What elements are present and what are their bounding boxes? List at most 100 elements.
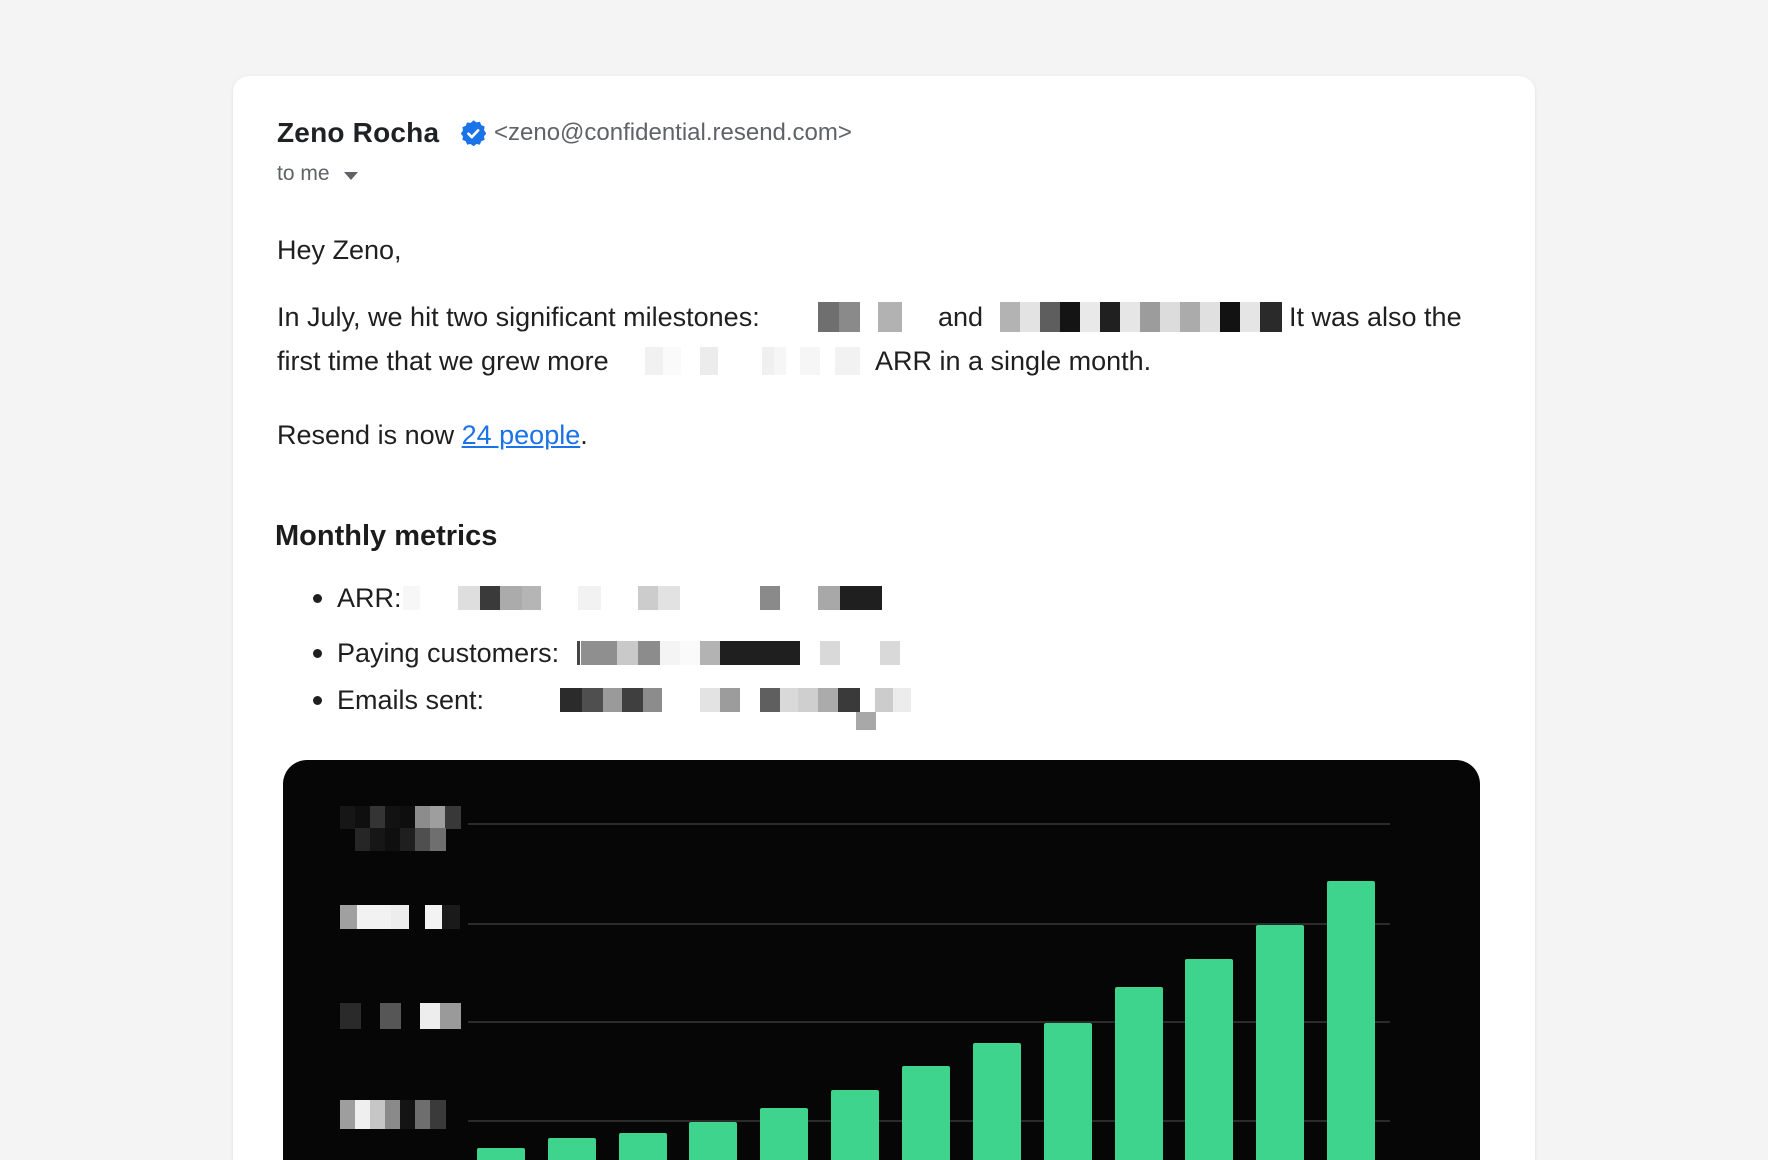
emails-sent-mosaic — [720, 688, 740, 712]
para1-mosaic-b — [1020, 302, 1040, 332]
chart-ylabel-redacted — [415, 828, 431, 851]
chart-bar — [1327, 881, 1375, 1160]
bullet-icon — [313, 696, 322, 705]
chart-ylabel-redacted — [415, 1100, 431, 1129]
emails-sent-mosaic — [582, 688, 603, 712]
para2-mosaic-light — [800, 347, 820, 375]
arr-mosaic — [818, 586, 840, 610]
chart-bar — [760, 1108, 808, 1160]
paying-customers-mosaic — [680, 641, 700, 665]
paying-customers-mosaic — [820, 641, 840, 665]
metric-arr-label: ARR: — [337, 584, 402, 612]
sender-name: Zeno Rocha — [277, 117, 439, 149]
emails-sent-mosaic — [893, 688, 911, 712]
chart-ylabel-redacted — [340, 905, 358, 929]
chart-ylabel-redacted — [340, 806, 356, 829]
metrics-heading: Monthly metrics — [275, 520, 497, 553]
chart-gridline — [468, 1021, 1390, 1023]
para1-mosaic-b — [1240, 302, 1260, 332]
para2-mosaic-light — [835, 347, 860, 375]
emails-sent-mosaic — [818, 688, 838, 712]
chart-bar — [831, 1090, 879, 1160]
sender-address: <zeno@confidential.resend.com> — [494, 119, 852, 147]
para1-mosaic-b — [1200, 302, 1220, 332]
team-line-before: Resend is now — [277, 420, 462, 450]
arr-mosaic — [840, 586, 882, 610]
emails-sent-mosaic — [798, 688, 818, 712]
arr-mosaic — [658, 586, 680, 610]
para1-mosaic-b — [1100, 302, 1120, 332]
para1-mosaic-b — [1120, 302, 1140, 332]
recipient-dropdown[interactable]: to me — [277, 162, 358, 186]
emails-sent-mosaic — [875, 688, 893, 712]
chart-ylabel-redacted — [400, 828, 416, 851]
para1-mosaic-a — [818, 302, 839, 332]
chart-ylabel-redacted — [355, 806, 371, 829]
chart-bar — [1044, 1023, 1092, 1160]
bullet-icon — [313, 649, 322, 658]
chart-ylabel-redacted — [430, 1100, 446, 1129]
chart-bar — [477, 1148, 525, 1160]
chart-ylabel-redacted — [440, 1003, 461, 1029]
chart-ylabel-redacted — [374, 905, 392, 929]
chart-ylabel-redacted — [425, 905, 443, 929]
paying-customers-mosaic — [660, 641, 680, 665]
chart-bar — [902, 1066, 950, 1160]
para-line1-before: In July, we hit two significant mileston… — [277, 303, 760, 331]
chart-ylabel-redacted — [355, 1100, 371, 1129]
emails-sent-mosaic — [643, 688, 662, 712]
arr-mosaic — [403, 586, 420, 610]
chart-bar — [1256, 925, 1304, 1160]
para1-mosaic-a — [839, 302, 860, 332]
para1-mosaic-b — [1260, 302, 1282, 332]
paying-customers-mosaic — [617, 641, 638, 665]
metric-paying-customers-label: Paying customers: — [337, 639, 559, 667]
paying-customers-mosaic — [720, 641, 800, 665]
recipient-label: to me — [277, 162, 330, 186]
emails-sent-mosaic — [780, 688, 798, 712]
team-line-after: . — [580, 420, 588, 450]
team-size-line: Resend is now 24 people. — [277, 421, 588, 449]
chart-ylabel-redacted — [400, 806, 416, 829]
chart-ylabel-redacted — [370, 806, 386, 829]
chart-ylabel-redacted — [442, 905, 460, 929]
chart-ylabel-redacted — [400, 1100, 416, 1129]
growth-bar-chart — [283, 760, 1480, 1160]
para1-mosaic-b — [1080, 302, 1100, 332]
paying-customers-mosaic — [880, 641, 900, 665]
emails-sent-mosaic — [760, 688, 780, 712]
arr-mosaic — [578, 586, 601, 610]
chart-ylabel-redacted — [340, 1003, 361, 1029]
team-size-link[interactable]: 24 people — [462, 420, 581, 450]
chart-ylabel-redacted — [370, 828, 386, 851]
arr-mosaic — [522, 586, 541, 610]
emails-sent-mosaic — [622, 688, 643, 712]
paying-customers-mosaic — [577, 641, 580, 665]
email-header: Zeno Rocha — [277, 117, 439, 149]
chart-gridline — [468, 923, 1390, 925]
chart-bar — [619, 1133, 667, 1160]
chart-bar — [1115, 987, 1163, 1160]
para1-mosaic-a — [878, 302, 902, 332]
para2-mosaic-light — [645, 347, 663, 375]
arr-mosaic — [500, 586, 522, 610]
emails-sent-mosaic — [560, 688, 582, 712]
para2-mosaic-light — [663, 347, 681, 375]
para1-mosaic-b — [1000, 302, 1020, 332]
para1-mosaic-b — [1180, 302, 1200, 332]
para-line1-after: It was also the — [1289, 303, 1462, 331]
para1-mosaic-b — [1160, 302, 1180, 332]
emails-sent-mosaic — [700, 688, 720, 712]
chart-ylabel-redacted — [357, 905, 375, 929]
para-line1-and: and — [938, 303, 983, 331]
chart-ylabel-redacted — [385, 806, 401, 829]
chevron-down-icon — [344, 172, 358, 180]
para1-mosaic-b — [1220, 302, 1240, 332]
paying-customers-mosaic — [700, 641, 720, 665]
bullet-icon — [313, 594, 322, 603]
para1-mosaic-b — [1060, 302, 1080, 332]
chart-gridline — [468, 823, 1390, 825]
chart-ylabel-redacted — [370, 1100, 386, 1129]
paying-customers-mosaic — [638, 641, 660, 665]
chart-ylabel-redacted — [430, 806, 446, 829]
